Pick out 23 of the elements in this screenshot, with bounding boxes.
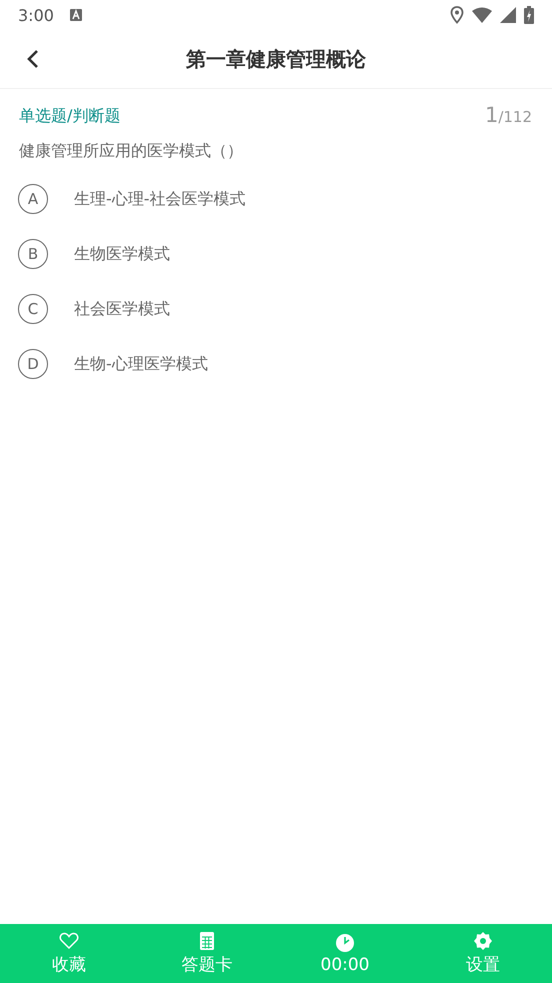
option-letter[interactable]: A <box>18 184 48 214</box>
page-title: 第一章健康管理概论 <box>186 46 366 72</box>
wifi-icon <box>472 7 492 23</box>
option-text[interactable]: 生物医学模式 <box>74 244 170 264</box>
grid-icon[interactable] <box>197 931 217 951</box>
question-counter: 1/112 <box>484 103 532 127</box>
option-letter[interactable]: B <box>18 239 48 269</box>
keyboard-icon <box>70 9 82 21</box>
back-icon[interactable] <box>26 49 40 69</box>
question-text: 健康管理所应用的医学模式（） <box>18 140 244 162</box>
option-text[interactable]: 生理-心理-社会医学模式 <box>74 188 246 210</box>
option-text[interactable]: 社会医学模式 <box>74 298 170 320</box>
location-icon <box>450 6 464 24</box>
option-letter[interactable]: C <box>18 294 48 324</box>
clock-icon[interactable] <box>335 932 355 952</box>
status-time: 3:00 <box>18 6 54 24</box>
heart-icon[interactable] <box>59 931 79 951</box>
question-type: 单选题/判断题 <box>19 106 120 127</box>
battery-icon <box>524 6 534 24</box>
option-text[interactable]: 生物-心理医学模式 <box>74 354 208 374</box>
signal-icon <box>500 7 516 23</box>
option-letter[interactable]: D <box>18 349 48 379</box>
settings-icon[interactable] <box>473 931 493 951</box>
